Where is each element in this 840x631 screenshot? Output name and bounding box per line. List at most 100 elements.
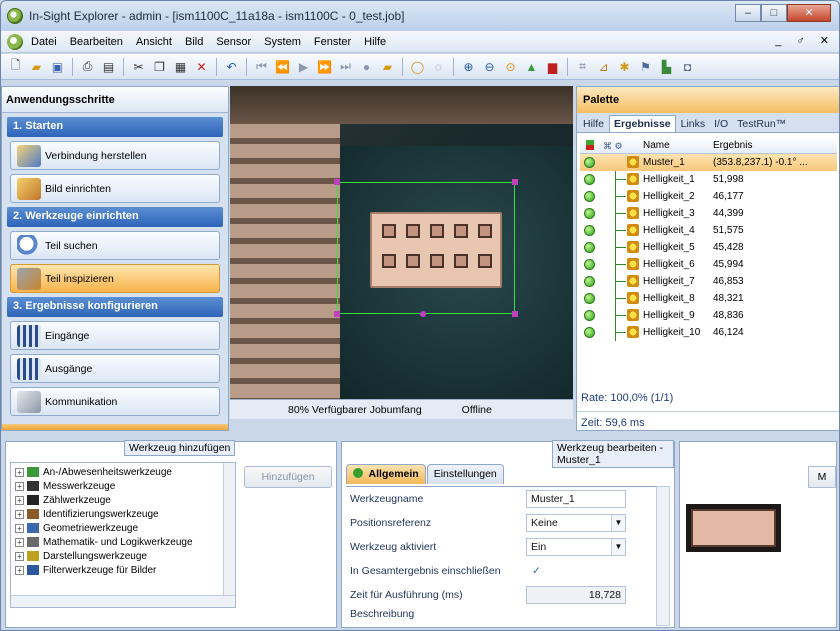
cut-icon[interactable]: ✂	[130, 58, 147, 75]
expand-icon[interactable]: +	[15, 509, 24, 519]
property-scrollbar[interactable]	[656, 486, 670, 626]
result-row[interactable]: Helligkeit_2 46,177	[580, 188, 837, 205]
expand-icon[interactable]: +	[15, 537, 24, 547]
step-image-setup-button[interactable]: Bild einrichten	[10, 174, 220, 203]
tab-settings[interactable]: Einstellungen	[426, 464, 504, 484]
tree-vertical-scrollbar[interactable]	[223, 463, 235, 597]
result-row[interactable]: Helligkeit_4 51,575	[580, 222, 837, 239]
step-inspect-part-button[interactable]: Teil inspizieren	[10, 264, 220, 293]
position-reference-select[interactable]: Keine ▼	[526, 514, 626, 532]
calibrate-icon[interactable]: ⊿	[595, 58, 612, 75]
record-icon[interactable]: ●	[358, 58, 375, 75]
live-icon[interactable]: ◯	[409, 58, 426, 75]
tab-io[interactable]: I/O	[710, 116, 732, 132]
roi-rotate-handle[interactable]	[420, 311, 426, 317]
undo-icon[interactable]: ↶	[223, 58, 240, 75]
expand-icon[interactable]: +	[15, 495, 24, 505]
result-row[interactable]: Helligkeit_1 51,998	[580, 171, 837, 188]
result-row[interactable]: Helligkeit_3 44,399	[580, 205, 837, 222]
map-icon[interactable]: ▲	[523, 58, 540, 75]
title-bar[interactable]: In-Sight Explorer - admin - [ism1100C_11…	[1, 1, 839, 31]
tool-category[interactable]: + An-/Abwesenheitswerkzeuge	[15, 465, 231, 479]
menu-bild[interactable]: Bild	[185, 36, 203, 48]
copy-icon[interactable]: ❐	[151, 58, 168, 75]
tool-name-field[interactable]: Muster_1	[526, 490, 626, 508]
new-icon[interactable]: 🗋	[7, 58, 24, 75]
chevron-down-icon[interactable]: ▼	[611, 539, 625, 555]
folder-icon[interactable]: ▰	[379, 58, 396, 75]
zoom-fit-icon[interactable]: ⊙	[502, 58, 519, 75]
first-icon[interactable]: ⏮	[253, 58, 270, 75]
tab-general[interactable]: Allgemein	[346, 464, 426, 484]
save-icon[interactable]: ▣	[49, 58, 66, 75]
tab-testrun[interactable]: TestRun™	[733, 116, 790, 132]
column-result[interactable]: Ergebnis	[709, 140, 837, 151]
pattern-region[interactable]	[337, 182, 515, 314]
step-outputs-button[interactable]: Ausgänge	[10, 354, 220, 383]
image-viewer[interactable]: 80% Verfügbarer Jobumfang Offline	[230, 86, 573, 419]
tool-category[interactable]: + Darstellungswerkzeuge	[15, 549, 231, 563]
trigger-icon[interactable]: ◌	[430, 58, 447, 75]
tool-category[interactable]: + Geometriewerkzeuge	[15, 521, 231, 535]
fast-forward-icon[interactable]: ⏩	[316, 58, 333, 75]
expand-icon[interactable]: +	[15, 481, 24, 491]
roi-handle[interactable]	[512, 179, 518, 185]
tool-category[interactable]: + Identifizierungswerkzeuge	[15, 507, 231, 521]
menu-system[interactable]: System	[264, 36, 301, 48]
step-inputs-button[interactable]: Eingänge	[10, 321, 220, 350]
menu-ansicht[interactable]: Ansicht	[136, 36, 172, 48]
model-button[interactable]: M	[808, 466, 836, 488]
grid-icon[interactable]: ⌗	[574, 58, 591, 75]
link-column-icon[interactable]: ⌘ ⚙	[603, 141, 623, 152]
expand-icon[interactable]: +	[15, 565, 24, 575]
play-icon[interactable]: ▶	[295, 58, 312, 75]
result-row[interactable]: Muster_1 (353.8,237.1) -0.1° ...	[580, 154, 837, 171]
step-connect-button[interactable]: Verbindung herstellen	[10, 141, 220, 170]
settings-icon[interactable]: ✱	[616, 58, 633, 75]
zoom-out-icon[interactable]: ⊖	[481, 58, 498, 75]
result-row[interactable]: Helligkeit_9 48,836	[580, 307, 837, 324]
camera-icon[interactable]: ◘	[679, 58, 696, 75]
tool-enabled-select[interactable]: Ein ▼	[526, 538, 626, 556]
last-icon[interactable]: ⏭	[337, 58, 354, 75]
step-communication-button[interactable]: Kommunikation	[10, 387, 220, 416]
expand-icon[interactable]: +	[15, 523, 24, 533]
result-row[interactable]: Helligkeit_10 46,124	[580, 324, 837, 341]
network-icon[interactable]: ⚑	[637, 58, 654, 75]
zoom-in-icon[interactable]: ⊕	[460, 58, 477, 75]
minimize-button[interactable]: –	[735, 4, 761, 22]
close-button[interactable]: ✕	[787, 4, 831, 22]
result-row[interactable]: Helligkeit_8 48,321	[580, 290, 837, 307]
open-icon[interactable]: ▰	[28, 58, 45, 75]
sensor-icon[interactable]: ▙	[658, 58, 675, 75]
tree-horizontal-scrollbar[interactable]	[11, 595, 235, 607]
status-column-icon[interactable]	[585, 140, 594, 150]
tab-links[interactable]: Links	[677, 116, 710, 132]
paste-icon[interactable]: ▦	[172, 58, 189, 75]
tool-tree[interactable]: + An-/Abwesenheitswerkzeuge + Messwerkzeuge…	[10, 462, 236, 608]
result-row[interactable]: Helligkeit_5 45,428	[580, 239, 837, 256]
preview-icon[interactable]: ▤	[100, 58, 117, 75]
tab-help[interactable]: Hilfe	[579, 116, 608, 132]
chart-icon[interactable]: ▆	[544, 58, 561, 75]
tool-category[interactable]: + Filterwerkzeuge für Bilder	[15, 563, 231, 577]
menu-fenster[interactable]: Fenster	[314, 36, 351, 48]
maximize-button[interactable]: □	[761, 4, 787, 22]
menu-sensor[interactable]: Sensor	[216, 36, 251, 48]
print-icon[interactable]: ⎙	[79, 58, 96, 75]
menu-hilfe[interactable]: Hilfe	[364, 36, 386, 48]
expand-icon[interactable]: +	[15, 467, 24, 477]
mdi-controls[interactable]: _ ♂ ✕	[775, 34, 835, 47]
column-name[interactable]: Name	[641, 140, 709, 151]
expand-icon[interactable]: +	[15, 551, 24, 561]
roi-handle[interactable]	[334, 179, 340, 185]
tab-results[interactable]: Ergebnisse	[609, 115, 676, 132]
tool-category[interactable]: + Mathematik- und Logikwerkzeuge	[15, 535, 231, 549]
more-steps-indicator[interactable]	[2, 424, 228, 430]
prev-icon[interactable]: ⏪	[274, 58, 291, 75]
menu-datei[interactable]: Datei	[31, 36, 57, 48]
document-icon[interactable]	[7, 33, 23, 50]
result-row[interactable]: Helligkeit_7 46,853	[580, 273, 837, 290]
result-row[interactable]: Helligkeit_6 45,994	[580, 256, 837, 273]
step-find-part-button[interactable]: Teil suchen	[10, 231, 220, 260]
